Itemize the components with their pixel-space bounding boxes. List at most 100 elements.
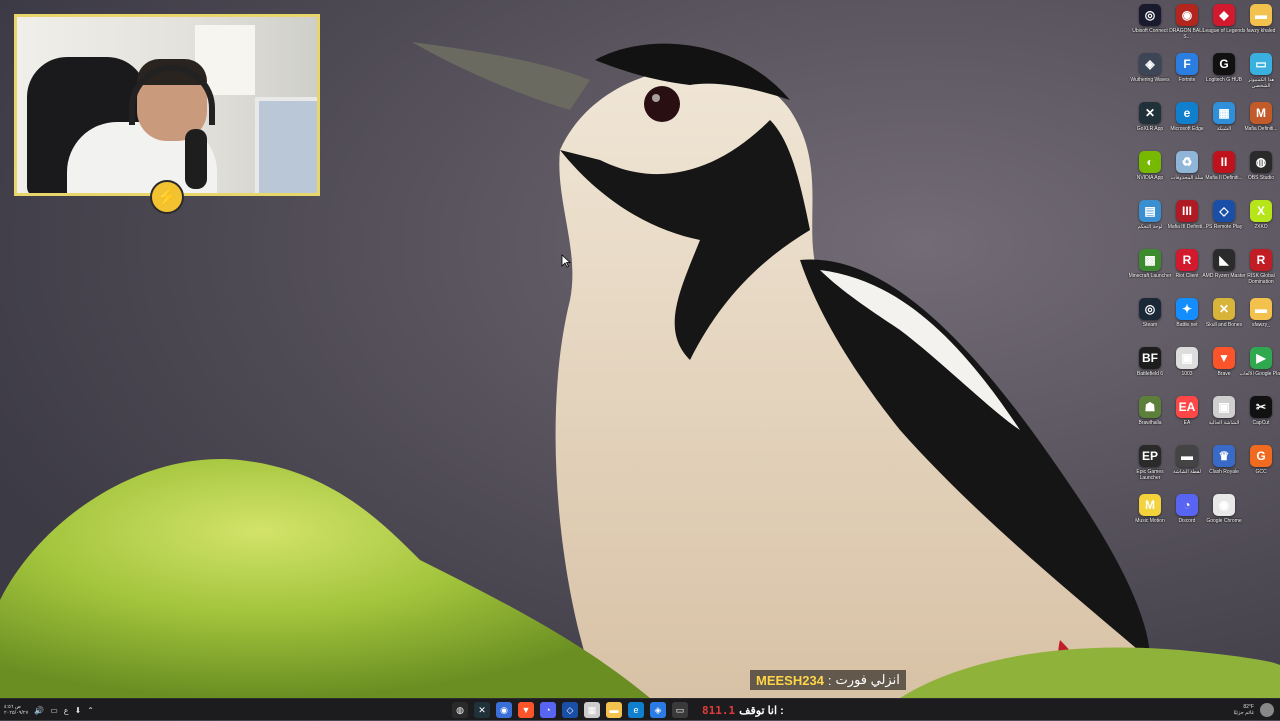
brave-taskbar-icon[interactable]: ▼ — [518, 702, 534, 718]
desktop-shortcut[interactable]: ◉ DRAGON BALL S... — [1169, 4, 1205, 40]
desktop-shortcut[interactable]: ▣ 1003 — [1169, 347, 1205, 377]
desktop-shortcut[interactable]: ◉ Google Chrome — [1206, 494, 1242, 524]
microphone-tray-icon[interactable]: ⬇ — [75, 706, 82, 715]
desktop-shortcut[interactable]: III Mafia III Definiti... — [1168, 200, 1206, 230]
desktop-shortcut[interactable]: G GCC — [1243, 445, 1279, 475]
folder-icon: ▬ — [1250, 4, 1272, 26]
desktop-shortcut[interactable]: ◍ OBS Studio — [1243, 151, 1279, 181]
desktop-shortcut[interactable]: X 2XKO — [1243, 200, 1279, 230]
now-playing-widget: 811.1 انا توقف : — [702, 704, 784, 717]
dragonball-icon: ◉ — [1176, 4, 1198, 26]
file-explorer-taskbar-icon[interactable]: ▬ — [606, 702, 622, 718]
chat-overlay-message: MEESH234 : انزلي فورت — [750, 670, 906, 690]
desktop-shortcut-label: OBS Studio — [1247, 175, 1275, 181]
desktop-shortcut[interactable]: ▬ sfawzy_ — [1243, 298, 1279, 328]
desktop-shortcut[interactable]: ✕ GoXLR App — [1132, 102, 1168, 132]
google-play-games-icon: ▶ — [1250, 347, 1272, 369]
taskbar: ص ٤:٥٦ ٢٠٢٥/٠٩/٢٧ 🔊 ▭ ع ⬇ ⌃ ◍ ✕ ◉ ▼ ◔ ◇ ▦ ▬ e ◈ ▭ 8… — [0, 698, 1280, 720]
desktop-shortcut[interactable]: ◇ PS Remote Play — [1206, 200, 1242, 230]
desktop-shortcut[interactable]: F Fortnite — [1169, 53, 1205, 83]
mafia-icon: M — [1250, 102, 1272, 124]
desktop-shortcut[interactable]: R RISK Global Domination — [1243, 249, 1279, 285]
recycle-bin-icon: ♻ — [1176, 151, 1198, 173]
desktop-shortcut[interactable]: ◎ Steam — [1132, 298, 1168, 328]
volume-icon[interactable]: 🔊 — [34, 706, 44, 715]
chrome-taskbar-icon[interactable]: ◉ — [496, 702, 512, 718]
desktop-shortcut[interactable]: ♛ Clash Royale — [1206, 445, 1242, 475]
riot-icon: R — [1176, 249, 1198, 271]
chat-username: MEESH234 — [756, 672, 824, 688]
desktop-shortcut-label: Mafia Definiti... — [1244, 126, 1278, 132]
desktop-shortcut[interactable]: G Logitech G HUB — [1206, 53, 1242, 83]
edge-taskbar-icon[interactable]: e — [628, 702, 644, 718]
desktop-shortcut[interactable]: M Mafia Definiti... — [1243, 102, 1279, 132]
screenshot-file-icon: ▣ — [1213, 396, 1235, 418]
desktop-shortcut[interactable]: EA EA — [1169, 396, 1205, 426]
discord-taskbar-icon[interactable]: ◔ — [540, 702, 556, 718]
weather-description: غائم جزئيًا — [1233, 710, 1254, 716]
desktop-shortcut[interactable]: ▦ الشبكة — [1206, 102, 1242, 132]
desktop-shortcut[interactable]: ▣ الشاشة الحالية — [1206, 396, 1242, 426]
network-tray-icon[interactable]: ▭ — [50, 706, 58, 715]
goxlr-icon: ✕ — [1139, 102, 1161, 124]
ea-icon: EA — [1176, 396, 1198, 418]
obs-taskbar-icon[interactable]: ◍ — [452, 702, 468, 718]
wuthering-icon: ◈ — [1139, 53, 1161, 75]
mafia3-icon: III — [1176, 200, 1198, 222]
desktop-shortcut[interactable]: ◐ NVIDIA App — [1132, 151, 1168, 181]
tray-date: ٢٠٢٥/٠٩/٢٧ — [4, 710, 29, 716]
calendar-taskbar-icon[interactable]: ▦ — [584, 702, 600, 718]
desktop-shortcut[interactable]: EP Epic Games Launcher — [1132, 445, 1168, 481]
desktop-shortcut[interactable]: ▼ Brave — [1206, 347, 1242, 377]
now-playing-count: 811.1 — [702, 703, 736, 717]
gcc-icon: G — [1250, 445, 1272, 467]
terminal-taskbar-icon[interactable]: ▭ — [672, 702, 688, 718]
desktop-shortcut[interactable]: M Music Motion — [1132, 494, 1168, 524]
desktop-shortcut[interactable]: ☗ Brawlhalla — [1132, 396, 1168, 426]
desktop-shortcut[interactable]: ▩ Minecraft Launcher — [1129, 249, 1171, 279]
store-taskbar-icon[interactable]: ◈ — [650, 702, 666, 718]
ps-remote-icon: ◇ — [1213, 200, 1235, 222]
desktop-shortcut[interactable]: R Riot Client — [1169, 249, 1205, 279]
desktop-shortcut-label: CapCut — [1252, 420, 1270, 426]
obs-icon: ◍ — [1250, 151, 1272, 173]
desktop-shortcut-label: RISK Global Domination — [1247, 273, 1275, 285]
desktop-shortcut[interactable]: ◎ Ubisoft Connect — [1132, 4, 1168, 34]
desktop-shortcut[interactable]: BF Battlefield 6 — [1132, 347, 1168, 377]
clash-royale-icon: ♛ — [1213, 445, 1235, 467]
desktop-shortcut[interactable]: ▬ fawzy khaled — [1243, 4, 1279, 34]
desktop-shortcut[interactable]: ▶ الألعاب Google Play — [1239, 347, 1280, 377]
tray-overflow-chevron-icon[interactable]: ⌃ — [87, 706, 94, 715]
fortnite-icon: F — [1176, 53, 1198, 75]
brawlhalla-icon: ☗ — [1139, 396, 1161, 418]
desktop-shortcut[interactable]: ✕ Skull and Bones — [1206, 298, 1242, 328]
desktop-shortcut[interactable]: ▤ لوحة التحكم — [1132, 200, 1168, 230]
desktop-shortcut[interactable]: ◔ Discord — [1169, 494, 1205, 524]
desktop-shortcut[interactable]: ▬ لقطة الشاشة — [1169, 445, 1205, 475]
desktop-shortcut[interactable]: ◣ AMD Ryzen Master — [1202, 249, 1246, 279]
desktop-shortcut-label: fawzy khaled — [1246, 28, 1276, 34]
input-language-indicator[interactable]: ع — [64, 706, 69, 715]
taskbar-weather[interactable]: 82°F غائم جزئيًا — [1233, 699, 1274, 721]
webcam-monitor — [255, 97, 317, 193]
capcut-icon: ✂ — [1250, 396, 1272, 418]
desktop-shortcut[interactable]: e Microsoft Edge — [1169, 102, 1205, 132]
battlefield-icon: BF — [1139, 347, 1161, 369]
mouse-cursor-icon — [561, 254, 571, 268]
desktop-shortcut[interactable]: ♻ سلة المحذوفات — [1169, 151, 1205, 181]
brave-icon: ▼ — [1213, 347, 1235, 369]
ps-taskbar-icon[interactable]: ◇ — [562, 702, 578, 718]
goxlr-taskbar-icon[interactable]: ✕ — [474, 702, 490, 718]
desktop-shortcut[interactable]: ▭ هذا الكمبيوتر الشخصي — [1243, 53, 1279, 89]
desktop-shortcut[interactable]: ✂ CapCut — [1243, 396, 1279, 426]
2xko-icon: X — [1250, 200, 1272, 222]
desktop-shortcut[interactable]: II Mafia II Definiti... — [1205, 151, 1243, 181]
tray-clock[interactable]: ص ٤:٥٦ ٢٠٢٥/٠٩/٢٧ — [4, 704, 28, 716]
desktop-shortcut[interactable]: ◆ League of Legends — [1203, 4, 1245, 34]
now-playing-label: انا توقف : — [739, 704, 784, 717]
desktop-shortcut[interactable]: ✦ Battle.net — [1169, 298, 1205, 328]
epic-icon: EP — [1139, 445, 1161, 467]
amd-icon: ◣ — [1213, 249, 1235, 271]
desktop-shortcut[interactable]: ◈ Wuthering Waves — [1130, 53, 1170, 83]
desktop-shortcut-label: sfawzy_ — [1251, 322, 1271, 328]
